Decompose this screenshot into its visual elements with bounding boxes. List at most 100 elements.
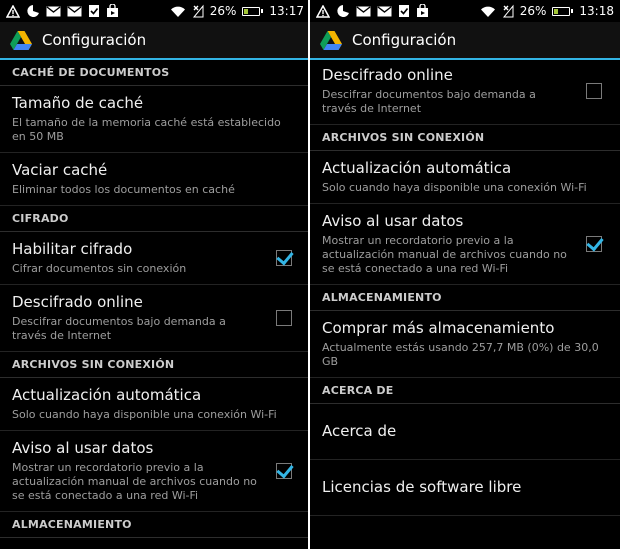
setting-checkbox[interactable]: [586, 83, 602, 99]
pacman-icon: [336, 4, 350, 18]
setting-descifrado-online[interactable]: Descifrado online Descifrar documentos ba…: [310, 58, 620, 125]
setting-checkbox[interactable]: [276, 250, 292, 266]
setting-text: Actualización automática Solo cuando haya…: [12, 386, 298, 422]
battery-icon: [242, 6, 264, 16]
setting-licencias-de-software-libre[interactable]: Licencias de software libre: [310, 460, 620, 516]
status-icons-left: [316, 4, 429, 18]
setting-text: Descifrado online Descifrar documentos ba…: [12, 293, 262, 343]
setting-text: Tamaño de caché El tamaño de la memoria c…: [12, 94, 298, 144]
setting-text: Vaciar caché Eliminar todos los documento…: [12, 161, 298, 197]
setting-summary: Descifrar documentos bajo demanda a trav…: [322, 88, 536, 115]
wifi-icon: [170, 5, 186, 18]
setting-text: Descifrado online Descifrar documentos ba…: [322, 66, 572, 116]
setting-comprar-mas-almacenamiento[interactable]: Comprar más almacenamiento Actualmente es…: [310, 311, 620, 378]
app-title[interactable]: Configuración: [42, 31, 146, 49]
setting-checkbox[interactable]: [586, 236, 602, 252]
setting-summary: Mostrar un recordatorio previo a la actu…: [12, 461, 257, 502]
section-header-almacenamiento: ALMACENAMIENTO: [0, 512, 310, 538]
battery-shell: [552, 6, 571, 16]
setting-title: Actualización automática: [322, 159, 512, 177]
no-signal-icon: [502, 4, 514, 18]
setting-summary: Cifrar documentos sin conexión: [12, 262, 187, 275]
setting-summary: Solo cuando haya disponible una conexión…: [322, 181, 587, 194]
setting-summary: Descifrar documentos bajo demanda a trav…: [12, 315, 226, 342]
setting-vaciar-cache[interactable]: Vaciar caché Eliminar todos los documento…: [0, 153, 310, 206]
setting-summary: El tamaño de la memoria caché está estab…: [12, 116, 281, 143]
section-header-acerca-de: ACERCA DE: [310, 378, 620, 404]
battery-fill: [554, 8, 559, 14]
battery-percent: 26%: [519, 4, 547, 18]
setting-summary: Mostrar un recordatorio previo a la actu…: [322, 234, 567, 275]
download-done-icon: [88, 4, 100, 18]
setting-title: Vaciar caché: [12, 161, 108, 179]
battery-nub: [261, 9, 264, 13]
setting-text: Actualización automática Solo cuando haya…: [322, 159, 608, 195]
section-header-cifrado: CIFRADO: [0, 206, 310, 232]
no-signal-icon: [192, 4, 204, 18]
google-drive-icon[interactable]: [320, 30, 342, 50]
setting-title: Descifrado online: [322, 66, 453, 84]
section-header-archivos-sin-conexion: ARCHIVOS SIN CONEXIÓN: [0, 352, 310, 378]
setting-title: Comprar más almacenamiento: [322, 319, 555, 337]
alert-icon: [6, 4, 20, 18]
setting-tamano-de-cache[interactable]: Tamaño de caché El tamaño de la memoria c…: [0, 86, 310, 153]
settings-list[interactable]: CACHÉ DE DOCUMENTOS Tamaño de caché El tam…: [0, 60, 310, 549]
battery-percent: 26%: [209, 4, 237, 18]
gmail-icon: [356, 5, 371, 17]
setting-text: Comprar más almacenamiento Actualmente es…: [322, 319, 608, 369]
gmail-icon: [67, 5, 82, 17]
shop-bag-icon: [106, 4, 119, 18]
setting-descifrado-online[interactable]: Descifrado online Descifrar documentos ba…: [0, 285, 310, 352]
setting-aviso-al-usar-datos[interactable]: Aviso al usar datos Mostrar un recordator…: [0, 431, 310, 512]
gmail-icon: [46, 5, 61, 17]
google-drive-icon[interactable]: [10, 30, 32, 50]
clock: 13:17: [269, 4, 304, 18]
setting-title: Descifrado online: [12, 293, 143, 311]
setting-title: Habilitar cifrado: [12, 240, 133, 258]
status-icons-right: 26% 13:17: [170, 4, 304, 18]
status-icons-left: [6, 4, 119, 18]
alert-icon: [316, 4, 330, 18]
right-screen: 26% 13:18 Configuración Descifrado onlin…: [310, 0, 620, 549]
setting-summary: Actualmente estás usando 257,7 MB (0%) d…: [322, 341, 599, 368]
battery-shell: [242, 6, 261, 16]
setting-title: Tamaño de caché: [12, 94, 144, 112]
action-bar: Configuración: [0, 22, 310, 60]
section-header-almacenamiento: ALMACENAMIENTO: [310, 285, 620, 311]
setting-text: Aviso al usar datos Mostrar un recordator…: [322, 212, 572, 276]
setting-title: Acerca de: [322, 422, 397, 440]
download-done-icon: [398, 4, 410, 18]
battery-fill: [244, 8, 249, 14]
setting-summary: Eliminar todos los documentos en caché: [12, 183, 235, 196]
setting-actualizacion-automatica[interactable]: Actualización automática Solo cuando haya…: [0, 378, 310, 431]
status-bar: 26% 13:18: [310, 0, 620, 22]
app-title[interactable]: Configuración: [352, 31, 456, 49]
section-header-archivos-sin-conexion: ARCHIVOS SIN CONEXIÓN: [310, 125, 620, 151]
setting-aviso-al-usar-datos[interactable]: Aviso al usar datos Mostrar un recordator…: [310, 204, 620, 285]
wifi-icon: [480, 5, 496, 18]
left-screen: 26% 13:17 Configuración CACHÉ DE DOCUMEN…: [0, 0, 310, 549]
setting-checkbox[interactable]: [276, 310, 292, 326]
action-bar: Configuración: [310, 22, 620, 60]
pacman-icon: [26, 4, 40, 18]
status-icons-right: 26% 13:18: [480, 4, 614, 18]
setting-text: Aviso al usar datos Mostrar un recordator…: [12, 439, 262, 503]
setting-text: Acerca de: [322, 422, 608, 441]
settings-list[interactable]: Descifrado online Descifrar documentos ba…: [310, 58, 620, 547]
battery-icon: [552, 6, 574, 16]
setting-acerca-de[interactable]: Acerca de: [310, 404, 620, 460]
setting-habilitar-cifrado[interactable]: Habilitar cifrado Cifrar documentos sin c…: [0, 232, 310, 285]
setting-actualizacion-automatica[interactable]: Actualización automática Solo cuando haya…: [310, 151, 620, 204]
setting-title: Aviso al usar datos: [12, 439, 154, 457]
setting-title: Aviso al usar datos: [322, 212, 464, 230]
setting-text: Habilitar cifrado Cifrar documentos sin c…: [12, 240, 262, 276]
section-header-cache-de-documentos: CACHÉ DE DOCUMENTOS: [0, 60, 310, 86]
shop-bag-icon: [416, 4, 429, 18]
status-bar: 26% 13:17: [0, 0, 310, 22]
setting-title: Licencias de software libre: [322, 478, 522, 496]
clock: 13:18: [579, 4, 614, 18]
setting-checkbox[interactable]: [276, 463, 292, 479]
screenshot-pair: 26% 13:17 Configuración CACHÉ DE DOCUMEN…: [0, 0, 620, 549]
setting-summary: Solo cuando haya disponible una conexión…: [12, 408, 277, 421]
setting-text: Licencias de software libre: [322, 478, 608, 497]
